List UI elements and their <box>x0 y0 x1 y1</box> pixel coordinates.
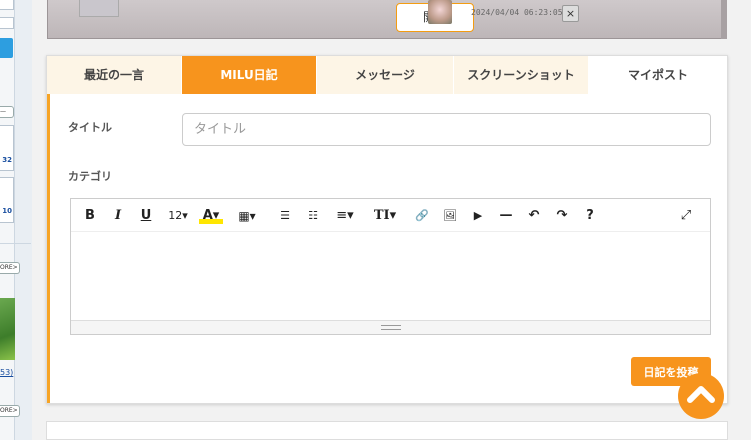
tab-recent-comment[interactable]: 最近の一言 <box>47 56 182 94</box>
sidebar-card <box>0 125 14 171</box>
sidebar-count: 32 <box>2 156 12 164</box>
redo-icon[interactable]: ↷ <box>553 208 571 224</box>
undo-icon[interactable]: ↶ <box>525 208 543 224</box>
italic-icon[interactable]: I <box>111 208 125 224</box>
horizontal-rule-icon[interactable]: — <box>498 208 514 224</box>
sidebar-count: 10 <box>2 207 12 215</box>
avatar <box>428 0 452 24</box>
chevron-up-icon <box>687 386 715 403</box>
title-label: タイトル <box>68 121 112 134</box>
sidebar-divider <box>0 243 31 244</box>
sidebar-collapse-button[interactable]: — <box>0 106 14 118</box>
text-color-icon[interactable]: A▾ <box>199 208 223 224</box>
tab-milu-diary[interactable]: MILU日記 <box>182 56 317 94</box>
notification-thumbnail <box>79 0 119 17</box>
underline-icon[interactable]: U <box>139 208 153 224</box>
text-style-icon[interactable]: TI▾ <box>373 208 397 224</box>
tab-message[interactable]: メッセージ <box>317 56 454 94</box>
table-icon[interactable]: ▦▾ <box>235 208 259 224</box>
sidebar-more-button[interactable]: ORE> <box>0 405 20 417</box>
title-input[interactable] <box>182 113 711 146</box>
resize-handle[interactable] <box>71 320 710 334</box>
next-panel <box>46 421 728 440</box>
video-icon[interactable]: ▶ <box>469 208 487 224</box>
sidebar-blue-button[interactable] <box>0 38 13 58</box>
timestamp: 2024/04/04 06:23:05 <box>471 8 563 17</box>
font-size-dropdown[interactable]: 12▾ <box>167 208 189 224</box>
scroll-to-top-button[interactable] <box>678 373 724 419</box>
sidebar-more-button[interactable]: ORE> <box>0 262 20 274</box>
image-icon[interactable]: 🖼 <box>441 208 459 224</box>
link-icon[interactable]: 🔗 <box>413 208 431 224</box>
align-icon[interactable]: ≡▾ <box>333 208 357 224</box>
tab-bar: 最近の一言 MILU日記 メッセージ スクリーンショット マイポスト <box>47 56 727 94</box>
sidebar-box <box>0 17 14 29</box>
rich-text-editor: B I U 12▾ A▾ ▦▾ ☰ ☷ ≡▾ TI▾ 🔗 🖼 ▶ — ↶ ↷ ?… <box>70 198 711 335</box>
notification-bar: 開く 2024/04/04 06:23:05 × <box>47 0 727 39</box>
grip-icon <box>381 325 401 330</box>
tab-screenshot[interactable]: スクリーンショット <box>454 56 589 94</box>
bold-icon[interactable]: B <box>83 208 97 224</box>
diary-form: タイトル カテゴリ B I U 12▾ A▾ ▦▾ ☰ ☷ ≡▾ TI▾ 🔗 🖼… <box>47 94 727 403</box>
post-panel: 最近の一言 MILU日記 メッセージ スクリーンショット マイポスト タイトル … <box>46 55 728 404</box>
sidebar-box <box>0 0 14 10</box>
help-icon[interactable]: ? <box>583 208 597 224</box>
numbered-list-icon[interactable]: ☷ <box>305 208 321 224</box>
category-label: カテゴリ <box>68 170 112 183</box>
sidebar-thumbnail[interactable] <box>0 298 15 360</box>
sidebar-card <box>0 177 14 223</box>
bullet-list-icon[interactable]: ☰ <box>277 208 293 224</box>
bar-edge <box>721 0 727 39</box>
editor-content[interactable] <box>71 232 710 320</box>
close-icon[interactable]: × <box>562 5 579 22</box>
fullscreen-icon[interactable]: ⤢ <box>677 208 695 224</box>
tab-my-post[interactable]: マイポスト <box>589 56 727 94</box>
sidebar-link[interactable]: 53) <box>0 368 13 377</box>
editor-toolbar: B I U 12▾ A▾ ▦▾ ☰ ☷ ≡▾ TI▾ 🔗 🖼 ▶ — ↶ ↷ ?… <box>71 199 710 232</box>
left-sidebar: — 32 10 ORE> 53) ORE> <box>0 0 32 440</box>
